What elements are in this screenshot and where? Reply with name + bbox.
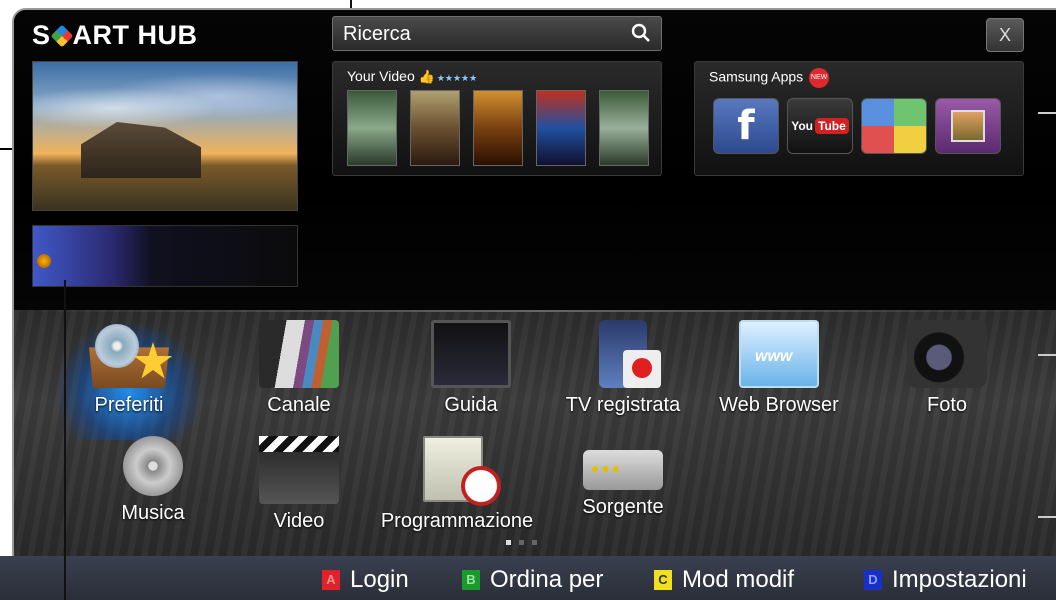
app-label: Musica: [121, 502, 185, 524]
app-video[interactable]: Video: [214, 436, 384, 533]
tv-preview-thumbnail[interactable]: [32, 61, 298, 211]
video-poster[interactable]: [410, 90, 460, 166]
new-badge: NEW: [809, 68, 830, 88]
app-list: f You Tube: [713, 98, 1001, 154]
app-label: Guida: [444, 394, 498, 416]
app-programmazione[interactable]: Programmazione: [372, 436, 542, 533]
app-label: Video: [273, 510, 325, 532]
app-label: Foto: [926, 394, 968, 416]
search-icon: [631, 23, 650, 42]
source-icon: [583, 450, 663, 490]
app-web-browser[interactable]: www Web Browser: [694, 320, 864, 417]
photo-frame-app-icon[interactable]: [935, 98, 1001, 154]
page-dot: [519, 540, 524, 545]
green-key-icon: B: [462, 570, 480, 590]
app-musica[interactable]: Musica: [68, 436, 238, 525]
page-dot-active: [506, 540, 511, 545]
search-label: Ricerca: [343, 23, 411, 45]
app-canale[interactable]: Canale: [214, 320, 384, 417]
sort-by-button[interactable]: B Ordina per: [462, 566, 603, 594]
page-dot: [532, 540, 537, 545]
poster-list: [347, 90, 649, 168]
settings-label: Impostazioni: [892, 566, 1027, 593]
your-video-panel[interactable]: Your Video 👍 ★★★★★: [332, 61, 662, 176]
app-guida[interactable]: Guida: [386, 320, 556, 417]
app-label: Sorgente: [582, 496, 664, 518]
app-label: Preferiti: [94, 394, 164, 416]
settings-button[interactable]: D Impostazioni: [864, 566, 1027, 594]
callout-line-right: [1038, 354, 1056, 356]
app-sorgente[interactable]: Sorgente: [538, 436, 708, 519]
social-app-icon[interactable]: [861, 98, 927, 154]
edit-mode-button[interactable]: C Mod modif: [654, 566, 794, 594]
callout-line-widget: [64, 280, 66, 600]
music-icon: [123, 436, 183, 496]
channel-icon: [259, 320, 339, 388]
thumbs-up-icon: 👍: [418, 69, 435, 84]
flower-icon: [37, 254, 51, 268]
guide-icon: [431, 320, 511, 388]
schedule-icon: [417, 436, 501, 506]
red-key-icon: A: [322, 570, 340, 590]
camera-icon: [907, 320, 987, 388]
app-tv-registrata[interactable]: TV registrata: [538, 320, 708, 417]
app-label: TV registrata: [565, 394, 681, 416]
preview-sky: [33, 72, 297, 132]
your-video-title: Your Video 👍 ★★★★★: [347, 68, 478, 84]
recorded-tv-icon: [583, 320, 663, 388]
app-foto[interactable]: Foto: [862, 320, 1032, 417]
facebook-app-icon[interactable]: f: [713, 98, 779, 154]
app-label: Canale: [267, 394, 331, 416]
samsung-apps-title: Samsung Apps NEW: [709, 68, 830, 88]
clapperboard-icon: [259, 436, 339, 504]
login-label: Login: [350, 566, 409, 593]
yellow-key-icon: C: [654, 570, 672, 590]
app-preferiti[interactable]: Preferiti: [44, 320, 214, 417]
youtube-app-icon[interactable]: You Tube: [787, 98, 853, 154]
video-poster[interactable]: [473, 90, 523, 166]
video-poster[interactable]: [599, 90, 649, 166]
smart-hub-logo: S ART HUB: [32, 20, 198, 50]
search-input[interactable]: Ricerca: [332, 16, 662, 51]
widget-thumbnail[interactable]: [32, 225, 298, 287]
web-browser-icon: www: [739, 320, 819, 388]
blue-key-icon: D: [864, 570, 882, 590]
close-button[interactable]: X: [986, 18, 1024, 52]
samsung-apps-panel[interactable]: Samsung Apps NEW f You Tube: [694, 61, 1024, 176]
callout-line-right: [1038, 516, 1056, 518]
edit-mode-label: Mod modif: [682, 566, 795, 593]
callout-line-right: [1038, 112, 1056, 114]
smart-hub-cube-icon: [50, 24, 73, 48]
sort-by-label: Ordina per: [490, 566, 604, 593]
page-indicator: [506, 540, 537, 545]
favorites-icon: [89, 320, 173, 388]
login-button[interactable]: A Login: [322, 566, 409, 594]
rating-stars: ★★★★★: [436, 73, 478, 83]
app-label: Programmazione: [380, 510, 534, 532]
video-poster[interactable]: [347, 90, 397, 166]
app-label: Web Browser: [719, 394, 839, 416]
video-poster[interactable]: [536, 90, 586, 166]
